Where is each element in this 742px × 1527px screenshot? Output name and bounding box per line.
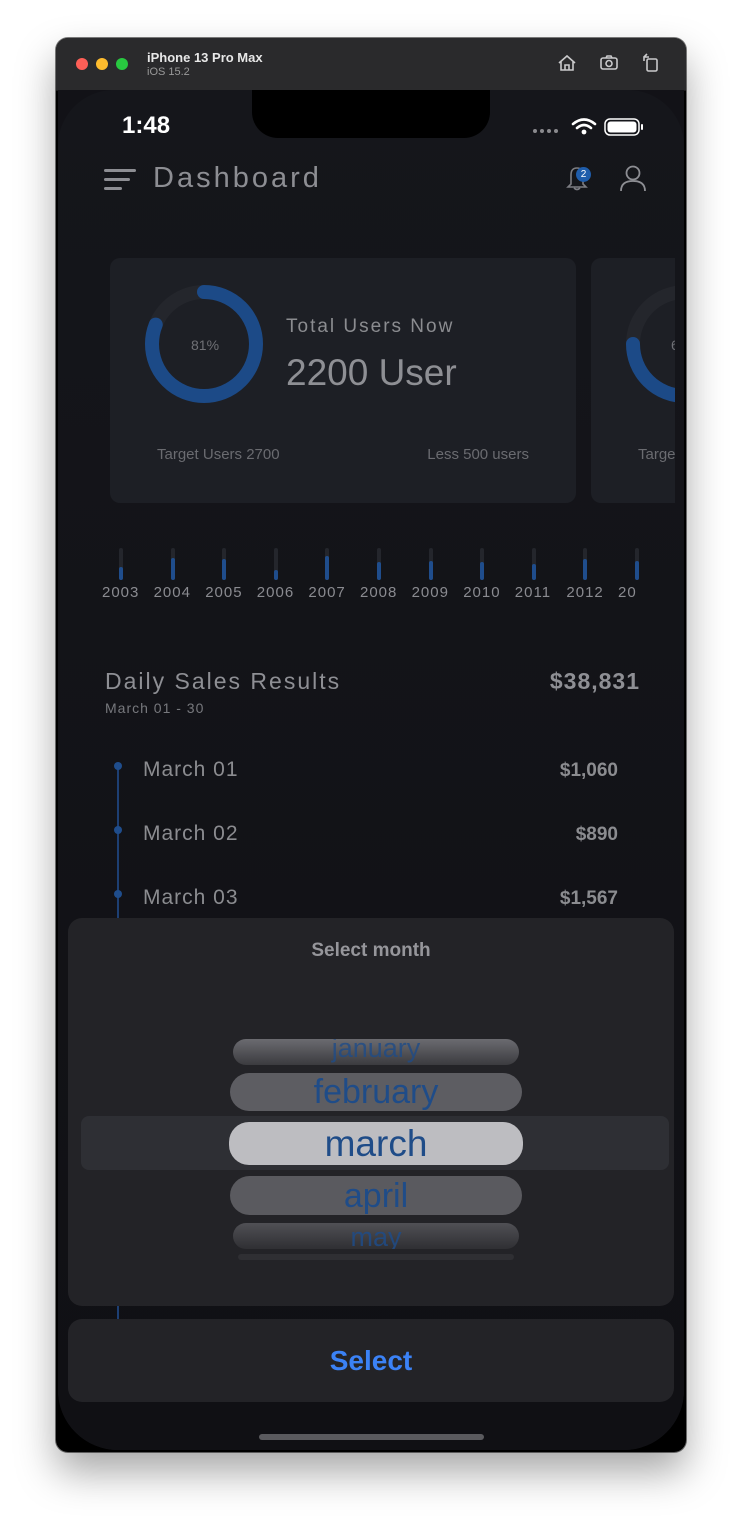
year-bar: [222, 548, 227, 580]
year-label[interactable]: 2010: [463, 584, 500, 601]
signal-icon: [533, 129, 558, 133]
page-title: Dashboard: [153, 162, 322, 194]
month-option[interactable]: january: [233, 1039, 519, 1065]
year-label[interactable]: 2004: [154, 584, 191, 601]
year-bar-fill: [428, 561, 433, 580]
year-label[interactable]: 2005: [205, 584, 242, 601]
sales-row-date: March 03: [143, 886, 239, 909]
year-bar: [428, 548, 433, 580]
sales-row-date: March 01: [143, 758, 239, 781]
timeline-dot: [114, 762, 122, 770]
year-label[interactable]: 2012: [566, 584, 603, 601]
timeline-dot: [114, 826, 122, 834]
close-window-button[interactable]: [76, 58, 88, 70]
sales-row-amount: $1,567: [559, 888, 618, 909]
month-option[interactable]: april: [230, 1176, 522, 1215]
status-icons: [533, 118, 643, 136]
card-value: 2200 User: [286, 352, 457, 393]
year-bars[interactable]: 2003 2004 2005 2006 2007 2008 2009 2010 2011 2012…: [102, 548, 642, 618]
year-bar: [480, 548, 485, 580]
month-picker-sheet: Select month january february march apri…: [68, 918, 674, 1306]
sales-total: $38,831: [549, 668, 640, 694]
screenshot-icon[interactable]: [598, 52, 620, 74]
year-label[interactable]: 2006: [257, 584, 294, 601]
year-bar-fill: [325, 556, 330, 580]
year-bar-fill: [635, 561, 639, 580]
year-label[interactable]: 2003: [102, 584, 139, 601]
sales-row-amount: $890: [575, 824, 618, 845]
second-target: Targe: [638, 446, 675, 463]
month-option-selected[interactable]: march: [229, 1122, 523, 1165]
year-bar-fill: [222, 559, 227, 580]
year-bar: [119, 548, 123, 580]
select-button[interactable]: Select: [68, 1319, 674, 1402]
year-bar: [377, 548, 381, 580]
year-bar: [583, 548, 588, 580]
year-bar-fill: [170, 558, 175, 580]
menu-icon[interactable]: [104, 168, 138, 192]
notification-badge: 2: [576, 167, 591, 182]
year-bar: [531, 548, 536, 580]
picker-title: Select month: [311, 940, 431, 961]
picker-fade: [238, 1254, 514, 1260]
year-bar-fill: [531, 564, 536, 580]
year-label[interactable]: 2007: [308, 584, 345, 601]
wifi-icon: [571, 118, 597, 130]
month-option[interactable]: may: [233, 1223, 519, 1249]
simulator-window: iPhone 13 Pro Max iOS 15.2 1:48 Dashboar…: [56, 38, 686, 1452]
status-time: 1:48: [122, 112, 171, 139]
year-bar-fill: [377, 562, 381, 580]
second-percent: 6: [671, 337, 675, 353]
sales-range: March 01 - 30: [105, 700, 205, 716]
os-version: iOS 15.2: [147, 66, 190, 78]
second-card[interactable]: 6 Targe: [591, 258, 675, 503]
year-bar: [635, 548, 639, 580]
year-bar: [273, 548, 278, 580]
rotate-icon[interactable]: [640, 52, 662, 74]
sales-row-amount: $1,060: [559, 760, 618, 781]
sales-row-date: March 02: [143, 822, 239, 845]
year-bar-fill: [273, 570, 278, 580]
device-screen: 1:48 Dashboard 2 81% Total Users Now 220…: [58, 90, 684, 1450]
device-name: iPhone 13 Pro Max: [147, 50, 263, 65]
user-icon[interactable]: [619, 164, 647, 192]
notch: [252, 90, 490, 138]
second-progress-ring: [626, 285, 675, 403]
year-bar-fill: [480, 562, 485, 580]
remaining-users: Less 500 users: [427, 446, 529, 463]
year-bar: [325, 548, 330, 580]
home-indicator: [259, 1434, 484, 1440]
simulator-titlebar: iPhone 13 Pro Max iOS 15.2: [56, 38, 686, 91]
month-option[interactable]: february: [230, 1073, 522, 1111]
card-clip: 6 Targe: [591, 258, 675, 503]
year-label[interactable]: 2008: [360, 584, 397, 601]
year-bar-fill: [583, 559, 588, 580]
year-bar: [170, 548, 175, 580]
year-label[interactable]: 2009: [412, 584, 449, 601]
year-bar-fill: [119, 567, 123, 580]
app-screen: 1:48 Dashboard 2 81% Total Users Now 220…: [58, 90, 684, 1450]
users-card[interactable]: 81% Total Users Now 2200 User Target Use…: [110, 258, 576, 503]
target-users: Target Users 2700: [157, 446, 280, 463]
zoom-window-button[interactable]: [116, 58, 128, 70]
card-heading: Total Users Now: [286, 316, 455, 337]
year-label[interactable]: 20: [618, 584, 637, 601]
year-label[interactable]: 2011: [515, 584, 551, 601]
timeline-dot: [114, 890, 122, 898]
progress-percent: 81%: [191, 337, 220, 353]
sales-title: Daily Sales Results: [105, 668, 342, 694]
minimize-window-button[interactable]: [96, 58, 108, 70]
home-icon[interactable]: [556, 52, 578, 74]
